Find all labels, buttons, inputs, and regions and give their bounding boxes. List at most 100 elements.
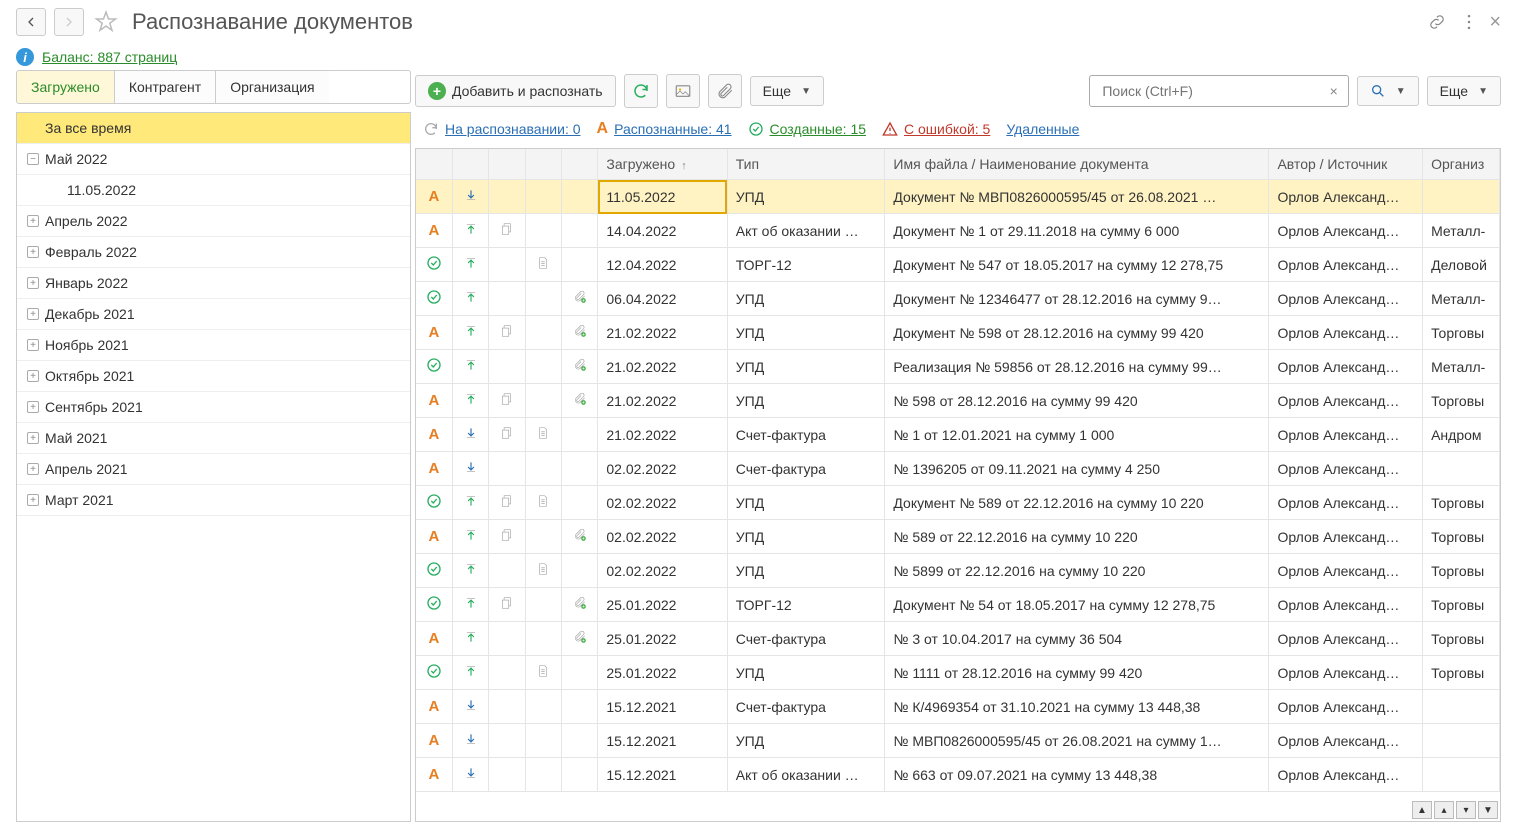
tree-item[interactable]: +Апрель 2021 xyxy=(17,454,410,485)
table-row[interactable]: A15.12.2021Акт об оказании …№ 663 от 09.… xyxy=(416,758,1500,792)
tree-item[interactable]: −Май 2022 xyxy=(17,144,410,175)
table-row[interactable]: A21.02.2022УПДДокумент № 598 от 28.12.20… xyxy=(416,316,1500,350)
attachment-button[interactable] xyxy=(708,74,742,108)
scroll-up-icon[interactable]: ▴ xyxy=(1434,801,1454,819)
expand-icon[interactable]: + xyxy=(27,277,39,289)
filter-errors[interactable]: С ошибкой: 5 xyxy=(882,121,990,137)
type-cell: УПД xyxy=(727,350,885,384)
scroll-bottom-icon[interactable]: ▼ xyxy=(1478,801,1498,819)
table-row[interactable]: A15.12.2021Счет-фактура№ К/4969354 от 31… xyxy=(416,690,1500,724)
table-row[interactable]: A21.02.2022Счет-фактура№ 1 от 12.01.2021… xyxy=(416,418,1500,452)
favorite-icon[interactable] xyxy=(92,8,120,36)
table-row[interactable]: A15.12.2021УПД№ МВП0826000595/45 от 26.0… xyxy=(416,724,1500,758)
tree-item[interactable]: + Ноябрь 2021 xyxy=(17,330,410,361)
doc-cell xyxy=(525,248,561,282)
balance-link[interactable]: Баланс: 887 страниц xyxy=(42,49,177,65)
expand-icon[interactable]: + xyxy=(27,463,39,475)
tree-item[interactable]: За все время xyxy=(17,113,410,144)
table-row[interactable]: 06.04.2022УПДДокумент № 12346477 от 28.1… xyxy=(416,282,1500,316)
status-cell xyxy=(416,350,452,384)
table-row[interactable]: 25.01.2022УПД№ 1111 от 28.12.2016 на сум… xyxy=(416,656,1500,690)
scroll-top-icon[interactable]: ▲ xyxy=(1412,801,1432,819)
table-row[interactable]: 02.02.2022УПДДокумент № 589 от 22.12.201… xyxy=(416,486,1500,520)
expand-icon[interactable]: + xyxy=(27,494,39,506)
expand-icon[interactable]: + xyxy=(27,215,39,227)
tab-organization[interactable]: Организация xyxy=(216,71,328,103)
tab-contragent[interactable]: Контрагент xyxy=(115,71,216,103)
clear-search-icon[interactable]: × xyxy=(1324,83,1344,99)
expand-icon[interactable]: + xyxy=(27,339,39,351)
tree-item[interactable]: +Сентябрь 2021 xyxy=(17,392,410,423)
expand-icon[interactable]: + xyxy=(27,401,39,413)
table-row[interactable]: A14.04.2022Акт об оказании …Документ № 1… xyxy=(416,214,1500,248)
expand-icon[interactable]: + xyxy=(27,246,39,258)
expand-icon[interactable]: + xyxy=(27,308,39,320)
filter-recognizing[interactable]: На распознавании: 0 xyxy=(423,121,581,137)
attach-cell xyxy=(562,248,598,282)
name-cell: Документ № 547 от 18.05.2017 на сумму 12… xyxy=(885,248,1269,282)
tab-loaded[interactable]: Загружено xyxy=(17,71,115,103)
tree-item[interactable]: +Январь 2022 xyxy=(17,268,410,299)
col-type[interactable]: Тип xyxy=(727,149,885,180)
doc-cell xyxy=(525,180,561,214)
filter-created[interactable]: Созданные: 15 xyxy=(748,121,866,137)
status-cell: A xyxy=(416,724,452,758)
close-icon[interactable]: × xyxy=(1489,11,1501,34)
author-cell: Орлов Александ… xyxy=(1269,180,1423,214)
direction-cell xyxy=(452,282,488,316)
type-cell: Акт об оказании … xyxy=(727,214,885,248)
more-button[interactable]: Еще▼ xyxy=(750,76,824,106)
refresh-icon xyxy=(423,121,439,137)
tree-item-label: Март 2021 xyxy=(45,492,114,508)
col-author[interactable]: Автор / Источник xyxy=(1269,149,1423,180)
scroll-down-icon[interactable]: ▾ xyxy=(1456,801,1476,819)
link-icon[interactable] xyxy=(1425,10,1449,34)
col-org[interactable]: Организ xyxy=(1423,149,1500,180)
table-row[interactable]: 21.02.2022УПДРеализация № 59856 от 28.12… xyxy=(416,350,1500,384)
filter-recognized[interactable]: A Распознанные: 41 xyxy=(597,120,732,138)
expand-icon[interactable]: + xyxy=(27,370,39,382)
table-row[interactable]: A02.02.2022УПД№ 589 от 22.12.2016 на сум… xyxy=(416,520,1500,554)
doc-cell xyxy=(525,350,561,384)
tree-item[interactable]: + Март 2021 xyxy=(17,485,410,516)
tree-item[interactable]: +Май 2021 xyxy=(17,423,410,454)
col-attach[interactable] xyxy=(562,149,598,180)
col-name[interactable]: Имя файла / Наименование документа xyxy=(885,149,1269,180)
add-recognize-button[interactable]: + Добавить и распознать xyxy=(415,75,616,107)
doc-cell xyxy=(525,554,561,588)
attach-cell xyxy=(562,656,598,690)
image-button[interactable] xyxy=(666,74,700,108)
collapse-icon[interactable]: − xyxy=(27,153,39,165)
author-cell: Орлов Александ… xyxy=(1269,588,1423,622)
table-row[interactable]: A25.01.2022Счет-фактура№ 3 от 10.04.2017… xyxy=(416,622,1500,656)
search-button[interactable]: ▼ xyxy=(1357,76,1419,106)
table-row[interactable]: 12.04.2022ТОРГ-12Документ № 547 от 18.05… xyxy=(416,248,1500,282)
table-row[interactable]: 02.02.2022УПД№ 5899 от 22.12.2016 на сум… xyxy=(416,554,1500,588)
name-cell: Документ № МВП0826000595/45 от 26.08.202… xyxy=(885,180,1269,214)
col-direction[interactable] xyxy=(452,149,488,180)
tree-item[interactable]: 11.05.2022 xyxy=(17,175,410,206)
table-row[interactable]: A11.05.2022УПДДокумент № МВП0826000595/4… xyxy=(416,180,1500,214)
tree-item[interactable]: +Февраль 2022 xyxy=(17,237,410,268)
table-row[interactable]: 25.01.2022ТОРГ-12Документ № 54 от 18.05.… xyxy=(416,588,1500,622)
col-copy[interactable] xyxy=(489,149,525,180)
tree-item[interactable]: +Апрель 2022 xyxy=(17,206,410,237)
tree-item-label: Ноябрь 2021 xyxy=(45,337,129,353)
search-input[interactable] xyxy=(1094,76,1323,106)
refresh-button[interactable] xyxy=(624,74,658,108)
filter-deleted[interactable]: Удаленные xyxy=(1006,121,1079,137)
col-status[interactable] xyxy=(416,149,452,180)
status-cell xyxy=(416,282,452,316)
more2-button[interactable]: Еще▼ xyxy=(1427,76,1501,106)
forward-button[interactable] xyxy=(54,8,84,36)
tree-item[interactable]: +Октябрь 2021 xyxy=(17,361,410,392)
table-row[interactable]: A02.02.2022Счет-фактура№ 1396205 от 09.1… xyxy=(416,452,1500,486)
col-doc[interactable] xyxy=(525,149,561,180)
expand-icon[interactable]: + xyxy=(27,432,39,444)
kebab-icon[interactable] xyxy=(1457,10,1481,34)
table-row[interactable]: A21.02.2022УПД№ 598 от 28.12.2016 на сум… xyxy=(416,384,1500,418)
col-date[interactable]: Загружено↑ xyxy=(598,149,727,180)
back-button[interactable] xyxy=(16,8,46,36)
org-cell: Торговы xyxy=(1423,656,1500,690)
tree-item[interactable]: +Декабрь 2021 xyxy=(17,299,410,330)
